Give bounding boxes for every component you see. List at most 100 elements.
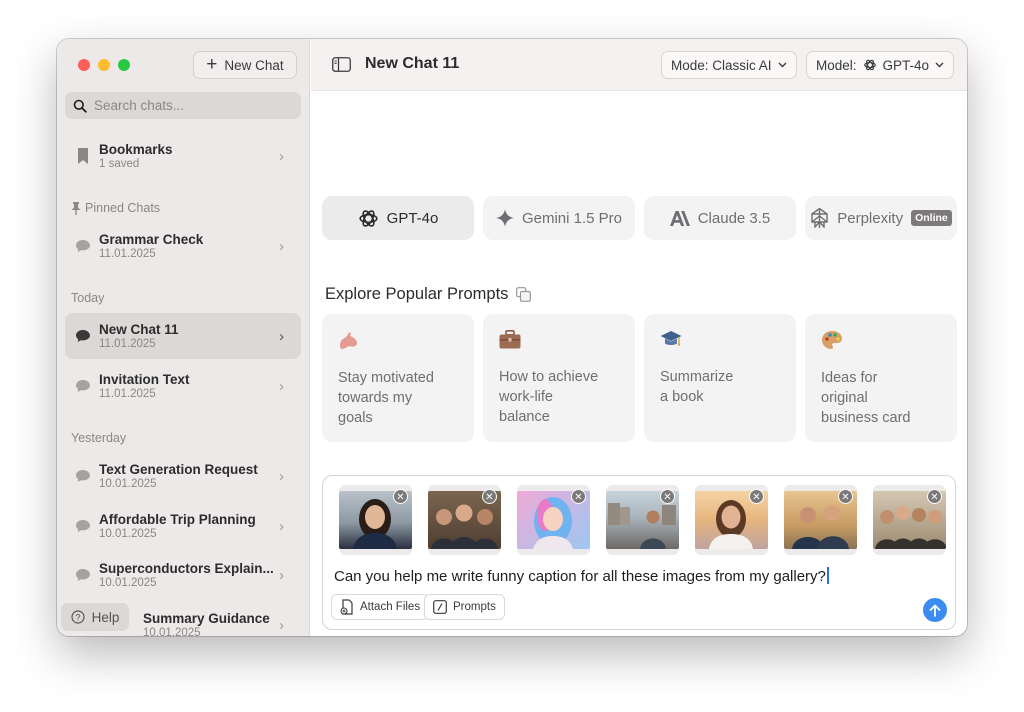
prompts-button[interactable]: Prompts [424, 594, 505, 620]
chat-bubble-icon [76, 240, 90, 252]
chevron-down-icon [935, 62, 944, 68]
prompt-card[interactable]: How to achieve work-life balance [483, 314, 635, 442]
model-option-perplexity[interactable]: Perplexity Online [805, 196, 957, 240]
prompt-card[interactable]: Stay motivated towards my goals [322, 314, 474, 442]
model-option-label: GPT-4o [386, 209, 439, 227]
model-selector: GPT-4o Gemini 1.5 Pro Claude 3.5 Perplex… [322, 196, 957, 240]
remove-attachment-icon[interactable]: ✕ [660, 489, 675, 504]
chevron-down-icon [778, 62, 787, 68]
remove-attachment-icon[interactable]: ✕ [749, 489, 764, 504]
chat-item[interactable]: Invitation Text 11.01.2025 › [65, 363, 301, 409]
new-chat-button[interactable]: + New Chat [193, 51, 297, 79]
chevron-right-icon: › [279, 467, 284, 485]
new-chat-label: New Chat [224, 57, 284, 73]
page-title: New Chat 11 [365, 55, 460, 72]
prompts-label: Prompts [453, 601, 496, 613]
attachment-thumbnail[interactable]: ✕ [784, 485, 857, 555]
minimize-window-button[interactable] [98, 59, 110, 71]
chevron-right-icon: › [279, 566, 284, 584]
chat-item[interactable]: Grammar Check 11.01.2025 › [65, 223, 301, 269]
sidebar-toggle-icon[interactable] [332, 57, 351, 72]
help-label: Help [91, 609, 120, 625]
palette-icon [822, 331, 842, 349]
model-value: GPT-4o [882, 57, 930, 73]
search-input[interactable] [94, 98, 284, 113]
explore-title: Explore Popular Prompts [325, 285, 509, 303]
model-option-gemini[interactable]: Gemini 1.5 Pro [483, 196, 635, 240]
attachment-thumbnail[interactable]: ✕ [873, 485, 946, 555]
attachment-thumbnail[interactable]: ✕ [428, 485, 501, 555]
attach-files-button[interactable]: Attach Files [331, 594, 430, 620]
remove-attachment-icon[interactable]: ✕ [393, 489, 408, 504]
model-dropdown[interactable]: Model: GPT-4o [806, 51, 955, 79]
prompt-text: Stay motivated towards my goals [338, 370, 434, 426]
remove-attachment-icon[interactable]: ✕ [482, 489, 497, 504]
bookmarks-title: Bookmarks [99, 142, 173, 157]
explore-heading: Explore Popular Prompts [325, 285, 532, 304]
attach-file-icon [340, 599, 353, 615]
mode-dropdown[interactable]: Mode: Classic AI [661, 51, 797, 79]
prompt-text: Summarize a book [660, 369, 734, 405]
close-window-button[interactable] [78, 59, 90, 71]
chat-title: Superconductors Explain... [99, 561, 274, 576]
model-option-gpt-4o[interactable]: GPT-4o [322, 196, 474, 240]
chat-date: 10.01.2025 [99, 478, 157, 490]
search-icon [73, 99, 87, 113]
bookmarks-count: 1 saved [99, 158, 140, 170]
attachment-thumbnail[interactable]: ✕ [517, 485, 590, 555]
chat-title: New Chat 11 [99, 322, 179, 337]
chat-item[interactable]: Text Generation Request 10.01.2025 › [65, 453, 301, 499]
chevron-right-icon: › [279, 616, 284, 634]
chat-title: Grammar Check [99, 232, 204, 247]
prompt-text: Ideas for original business card [821, 370, 911, 426]
pin-icon [71, 201, 81, 215]
chat-item-active[interactable]: New Chat 11 11.01.2025 › [65, 313, 301, 359]
chevron-right-icon: › [279, 377, 284, 395]
zoom-window-button[interactable] [118, 59, 130, 71]
chat-bubble-icon [76, 330, 90, 342]
chat-item[interactable]: Superconductors Explain... 10.01.2025 › [65, 552, 301, 598]
slash-command-icon [433, 600, 447, 614]
arrow-up-icon [929, 604, 941, 617]
chat-date: 11.01.2025 [99, 248, 156, 260]
remove-attachment-icon[interactable]: ✕ [571, 489, 586, 504]
bookmark-icon [78, 148, 88, 164]
model-option-claude[interactable]: Claude 3.5 [644, 196, 796, 240]
search-bar[interactable] [65, 92, 301, 119]
app-window: + New Chat Bookmarks1 saved › Pinned Cha… [57, 39, 967, 636]
chevron-right-icon: › [279, 327, 284, 345]
chat-item[interactable]: Affordable Trip Planning 10.01.2025 › [65, 503, 301, 549]
anthropic-logo-icon [669, 210, 690, 226]
top-bar: New Chat 11 Mode: Classic AI Model: GPT-… [311, 39, 967, 91]
openai-logo-icon [863, 59, 876, 71]
pinned-section-header: Pinned Chats [71, 201, 160, 215]
send-button[interactable] [923, 598, 947, 622]
svg-text:?: ? [75, 612, 80, 622]
attach-files-label: Attach Files [360, 601, 421, 613]
chevron-right-icon: › [279, 237, 284, 255]
model-option-label: Perplexity [837, 209, 904, 227]
attachment-thumbnail[interactable]: ✕ [339, 485, 412, 555]
chat-bubble-icon [76, 380, 90, 392]
online-badge: Online [911, 210, 952, 226]
openai-logo-icon [359, 209, 378, 227]
attachment-thumbnail[interactable]: ✕ [606, 485, 679, 555]
sidebar: + New Chat Bookmarks1 saved › Pinned Cha… [57, 39, 310, 636]
message-input[interactable]: Can you help me write funny caption for … [334, 567, 829, 585]
prompt-card[interactable]: Ideas for original business card [805, 314, 957, 442]
gemini-sparkle-icon [495, 209, 514, 227]
remove-attachment-icon[interactable]: ✕ [838, 489, 853, 504]
bookmarks-item[interactable]: Bookmarks 1 saved › [65, 133, 301, 179]
mode-label: Mode: Classic AI [671, 57, 772, 73]
perplexity-logo-icon [811, 208, 828, 228]
model-option-label: Gemini 1.5 Pro [521, 209, 623, 227]
attachment-thumbnail[interactable]: ✕ [695, 485, 768, 555]
chat-date: 11.01.2025 [99, 338, 156, 350]
prompt-card[interactable]: Summarize a book [644, 314, 796, 442]
chevron-right-icon: › [279, 517, 284, 535]
remove-attachment-icon[interactable]: ✕ [927, 489, 942, 504]
chat-date: 10.01.2025 [99, 577, 157, 589]
message-composer[interactable]: ✕ ✕ ✕ ✕ ✕ ✕ ✕ Can you help me write funn… [322, 475, 956, 630]
copy-icon[interactable] [516, 287, 532, 302]
help-button[interactable]: ? Help [61, 603, 129, 631]
